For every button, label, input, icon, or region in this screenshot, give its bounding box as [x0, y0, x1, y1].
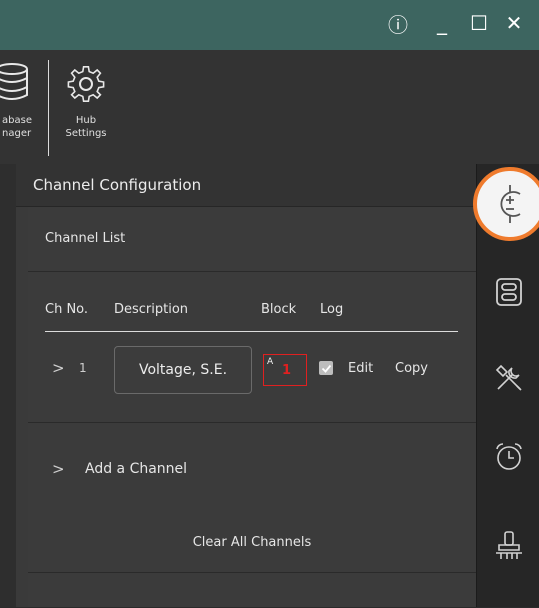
- log-checkbox[interactable]: [319, 361, 333, 375]
- tools-button[interactable]: [491, 360, 527, 396]
- column-log: Log: [320, 302, 344, 317]
- channel-list-section: Channel List: [28, 207, 476, 272]
- block-selector[interactable]: A 1: [263, 354, 307, 386]
- channel-table: Ch No. Description Block Log: [28, 272, 476, 423]
- maximize-button[interactable]: ☐: [462, 6, 496, 40]
- panel-title: Channel Configuration: [33, 176, 202, 194]
- hub-settings-button[interactable]: Hub Settings: [56, 62, 116, 140]
- plunger-icon: [496, 531, 522, 559]
- column-description: Description: [114, 302, 189, 317]
- add-channel-section[interactable]: > Add a Channel: [28, 423, 476, 520]
- expand-chevron-icon[interactable]: >: [52, 359, 65, 377]
- database-icon: [0, 63, 28, 100]
- plunger-button[interactable]: [491, 528, 527, 564]
- panel-footer-area: [28, 573, 476, 608]
- hub-settings-label-1: Hub: [75, 115, 97, 126]
- database-manager-button[interactable]: abase nager: [0, 62, 40, 140]
- alarm-button[interactable]: [491, 439, 527, 475]
- minimize-icon: _: [437, 11, 447, 35]
- channel-description-value: Voltage, S.E.: [138, 362, 228, 378]
- maximize-icon: ☐: [470, 11, 488, 35]
- close-icon: ✕: [505, 11, 523, 35]
- hub-module-icon: [496, 278, 522, 306]
- add-channel-label: Add a Channel: [85, 461, 188, 477]
- column-block: Block: [261, 302, 297, 317]
- alarm-icon: [496, 443, 522, 470]
- toolbar: abase nager Hub Settings: [0, 50, 539, 165]
- hub-module-button[interactable]: [491, 274, 527, 310]
- database-manager-label-2: nager: [2, 128, 32, 139]
- left-panel-edge: [0, 164, 17, 607]
- clear-all-channels-button[interactable]: Clear All Channels: [28, 516, 476, 573]
- minimize-button[interactable]: _: [425, 6, 459, 40]
- database-manager-label-1: abase: [2, 115, 32, 126]
- checkmark-icon: [321, 364, 331, 373]
- gear-icon: [67, 65, 105, 103]
- channel-config-button[interactable]: [473, 167, 539, 241]
- channel-config-icon: [500, 185, 521, 223]
- block-letter: A: [267, 357, 274, 367]
- block-number: 1: [282, 363, 292, 378]
- tools-icon: [495, 364, 522, 391]
- channel-list-label: Channel List: [45, 231, 126, 246]
- channel-number: 1: [79, 361, 87, 375]
- header-divider: [45, 331, 458, 332]
- edit-button[interactable]: Edit: [348, 361, 373, 376]
- info-button[interactable]: ⓘ: [381, 6, 415, 40]
- toolbar-divider: [48, 60, 49, 156]
- close-button[interactable]: ✕: [497, 6, 531, 40]
- info-icon: ⓘ: [388, 12, 408, 37]
- column-ch-no: Ch No.: [45, 302, 89, 317]
- channel-description-field[interactable]: Voltage, S.E.: [114, 346, 252, 394]
- copy-button[interactable]: Copy: [395, 361, 428, 376]
- title-bar: ⓘ _ ☐ ✕: [0, 0, 539, 50]
- clear-all-channels-label: Clear All Channels: [192, 535, 312, 550]
- add-channel-chevron-icon: >: [52, 460, 65, 478]
- panel-header: Channel Configuration: [16, 164, 476, 207]
- hub-settings-label-2: Settings: [65, 128, 107, 139]
